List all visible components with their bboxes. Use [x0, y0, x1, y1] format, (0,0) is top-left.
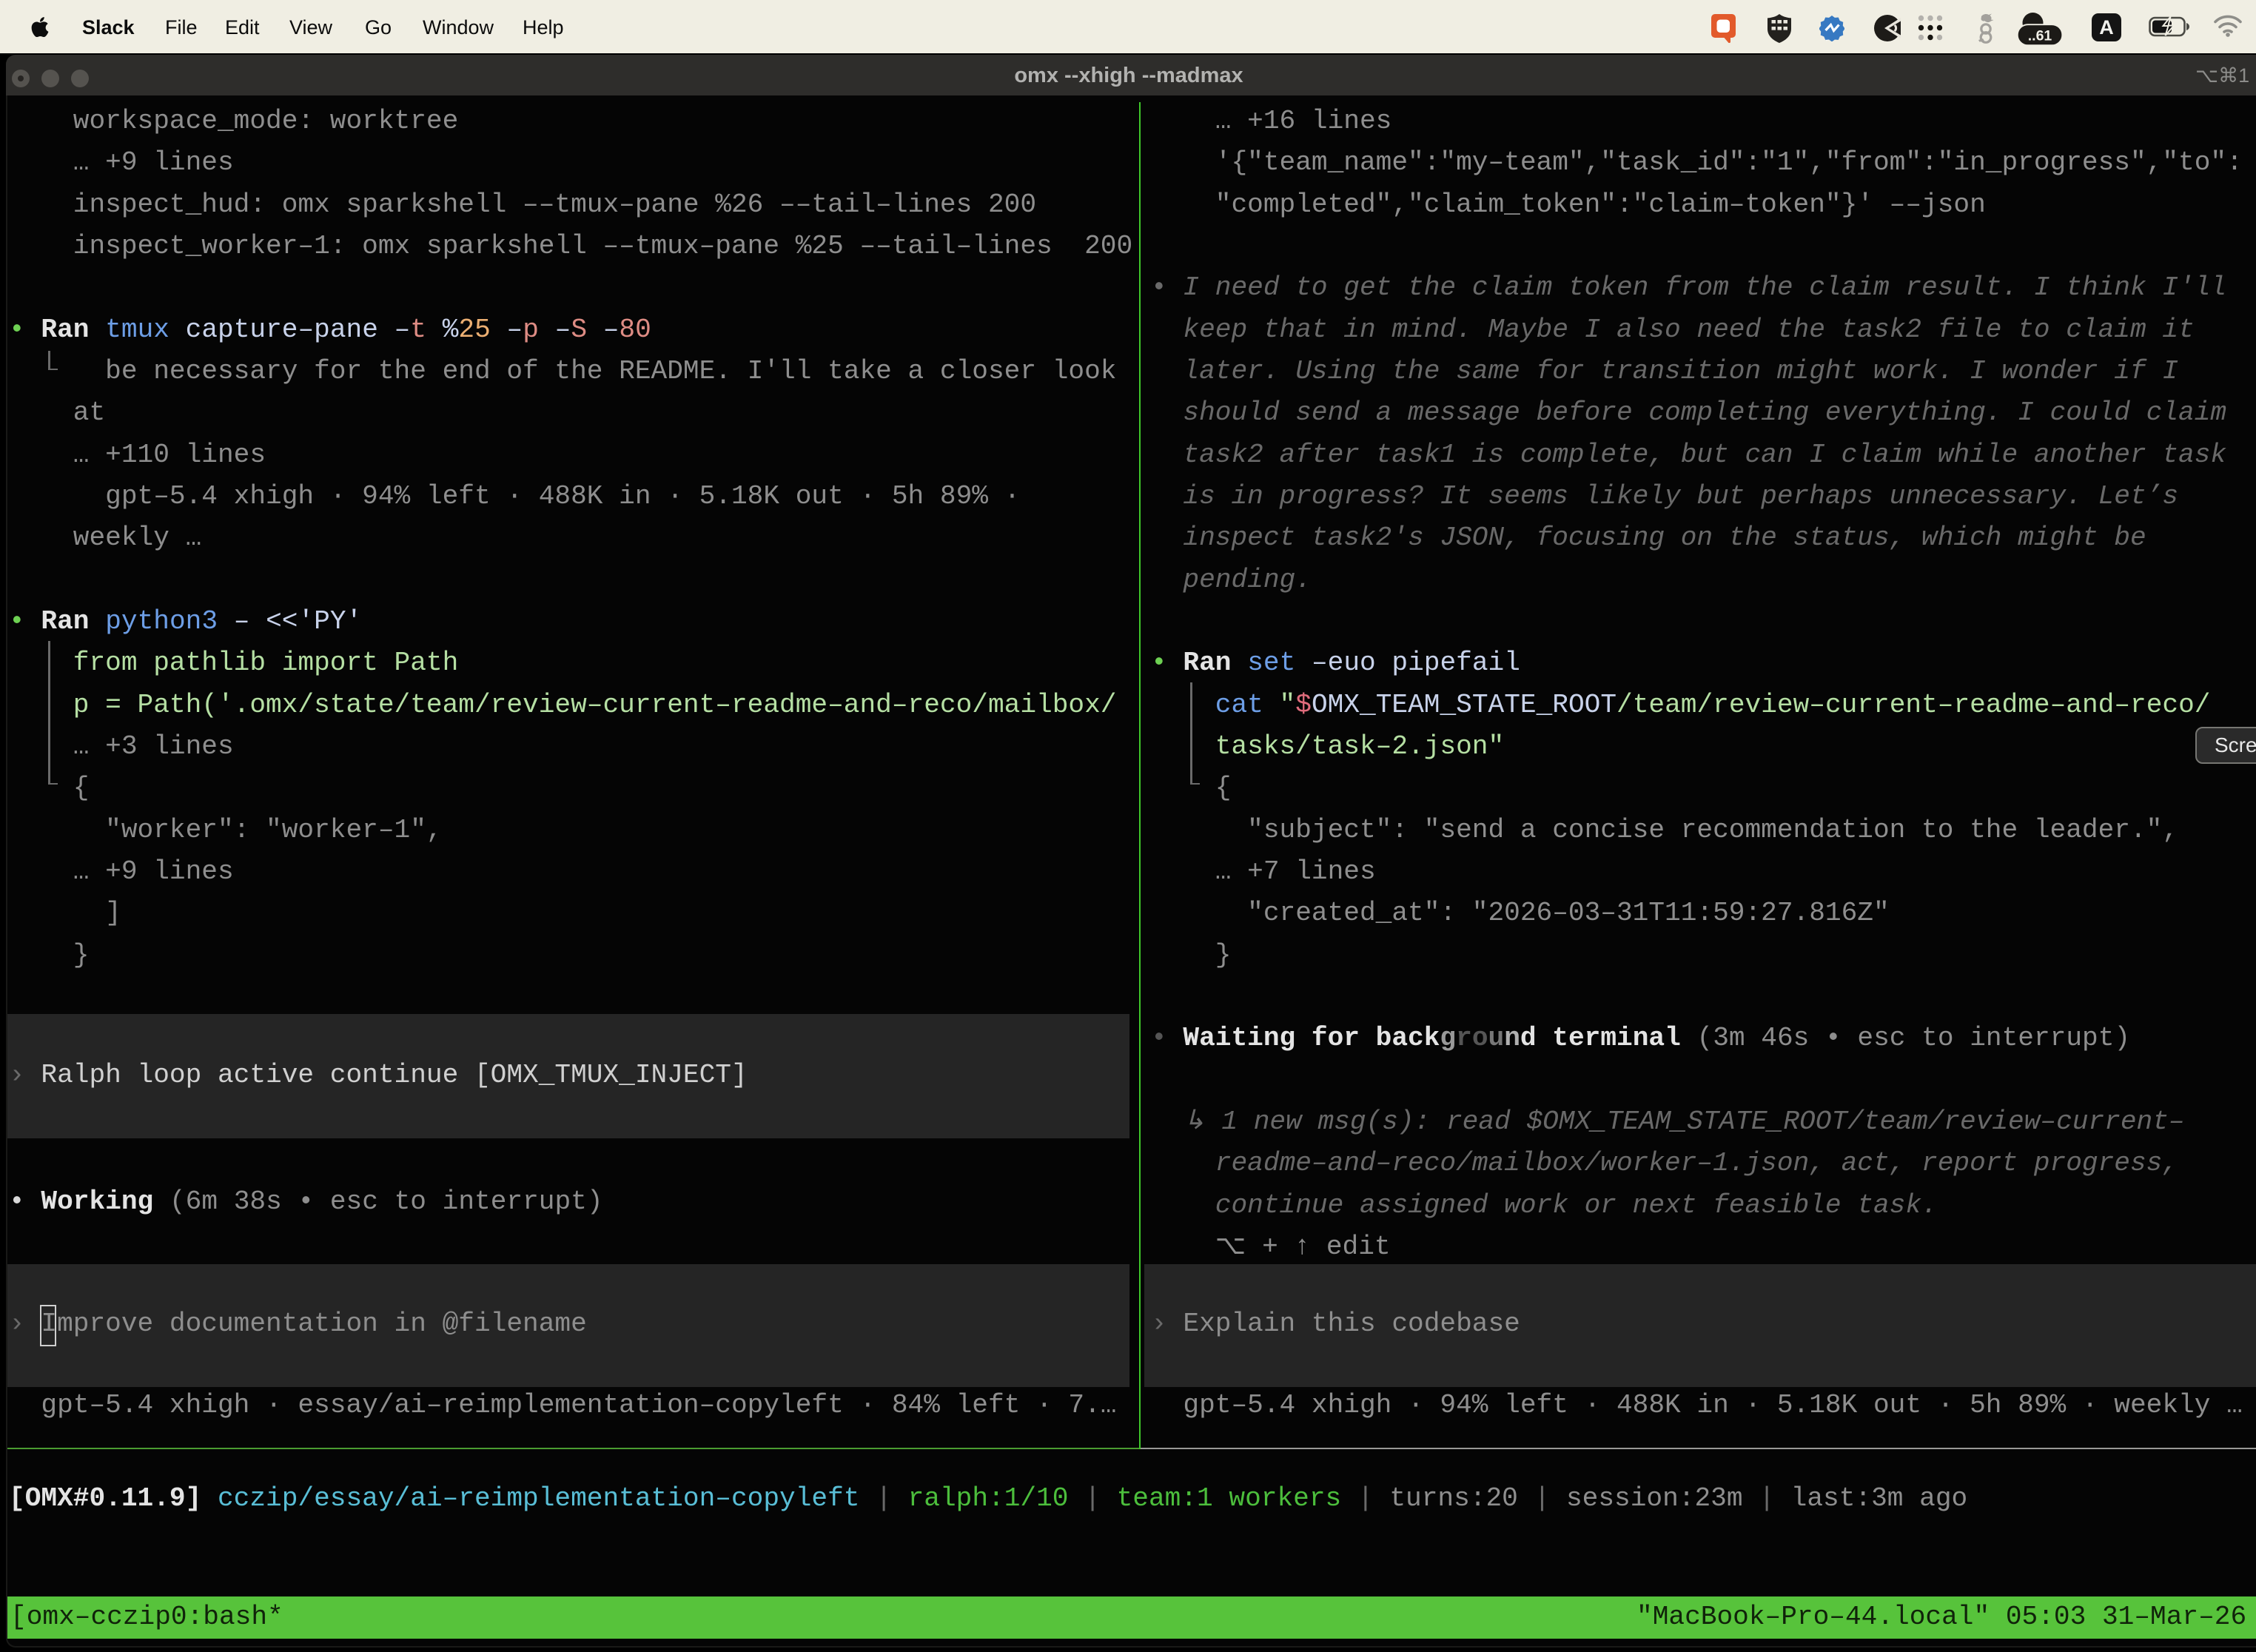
- svg-text:..61: ..61: [2028, 28, 2052, 44]
